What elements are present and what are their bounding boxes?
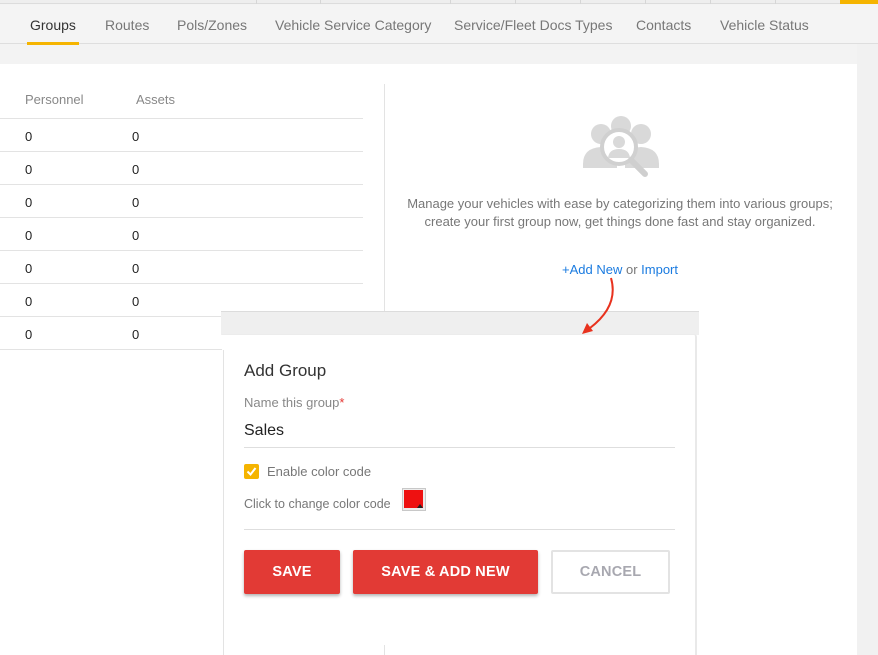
annotation-arrow-icon [582,277,614,334]
assets-count: 0 [132,294,140,309]
column-divider-bottom [384,645,385,655]
top-bar-separator [580,0,581,4]
add-group-modal [222,334,697,655]
top-bar-separator [450,0,451,4]
personnel-count: 0 [25,294,33,309]
top-bar-separator [775,0,776,4]
cancel-button[interactable]: CANCEL [551,550,670,594]
modal-backdrop-band [221,311,699,335]
table-row[interactable]: 0 0 [0,317,222,350]
table-row[interactable]: 0 0 [0,218,363,251]
group-search-icon [583,116,659,177]
column-header-assets[interactable]: Assets [136,92,175,107]
assets-count: 0 [132,195,140,210]
top-bar-separator [710,0,711,4]
personnel-count: 0 [25,228,33,243]
checkmark-icon [246,467,257,477]
table-row[interactable]: 0 0 [0,119,363,152]
assets-count: 0 [132,162,140,177]
caret-up-icon [417,504,423,508]
personnel-count: 0 [25,162,33,177]
assets-count: 0 [132,228,140,243]
save-and-add-new-button[interactable]: SAVE & ADD NEW [353,550,538,594]
modal-divider [244,529,675,530]
required-marker: * [339,395,345,410]
tab-vehicle-status[interactable]: Vehicle Status [720,5,809,44]
tab-routes[interactable]: Routes [105,5,149,44]
top-bar [0,0,878,4]
save-button[interactable]: SAVE [244,550,340,594]
empty-state-message: Manage your vehicles with ease by catego… [407,196,833,229]
assets-count: 0 [132,129,140,144]
top-bar-separator [320,0,321,4]
group-name-input[interactable] [244,415,675,448]
add-new-link[interactable]: +Add New [562,262,622,277]
top-bar-accent [840,0,878,4]
personnel-count: 0 [25,195,33,210]
color-picker[interactable] [402,488,426,511]
top-bar-separator [645,0,646,4]
group-name-label: Name this group* [244,395,344,410]
tab-vehicle-service-category[interactable]: Vehicle Service Category [275,5,431,44]
personnel-count: 0 [25,327,33,342]
enable-color-checkbox[interactable] [244,464,259,479]
empty-state-actions: +Add New or Import [405,262,835,277]
assets-count: 0 [132,327,140,342]
top-bar-separator [256,0,257,4]
enable-color-label[interactable]: Enable color code [267,464,371,479]
table-row[interactable]: 0 0 [0,251,363,284]
or-text: or [625,262,638,277]
tab-contacts[interactable]: Contacts [636,5,691,44]
group-name-label-text: Name this group [244,395,340,410]
scroll-gutter [857,44,878,655]
modal-title: Add Group [244,361,327,380]
column-header-personnel[interactable]: Personnel [25,92,84,107]
color-code-label: Click to change color code [244,497,391,511]
table-row[interactable]: 0 0 [0,185,363,218]
modal-left-border [223,350,224,655]
tab-pois-zones[interactable]: Pols/Zones [177,5,247,44]
personnel-count: 0 [25,261,33,276]
top-bar-separator [515,0,516,4]
personnel-count: 0 [25,129,33,144]
tab-service-fleet-docs-types[interactable]: Service/Fleet Docs Types [454,5,612,44]
assets-count: 0 [132,261,140,276]
table-row[interactable]: 0 0 [0,152,363,185]
import-link[interactable]: Import [641,262,678,277]
settings-tabs: Groups Routes Pols/Zones Vehicle Service… [0,5,878,45]
tab-groups[interactable]: Groups [27,5,79,45]
